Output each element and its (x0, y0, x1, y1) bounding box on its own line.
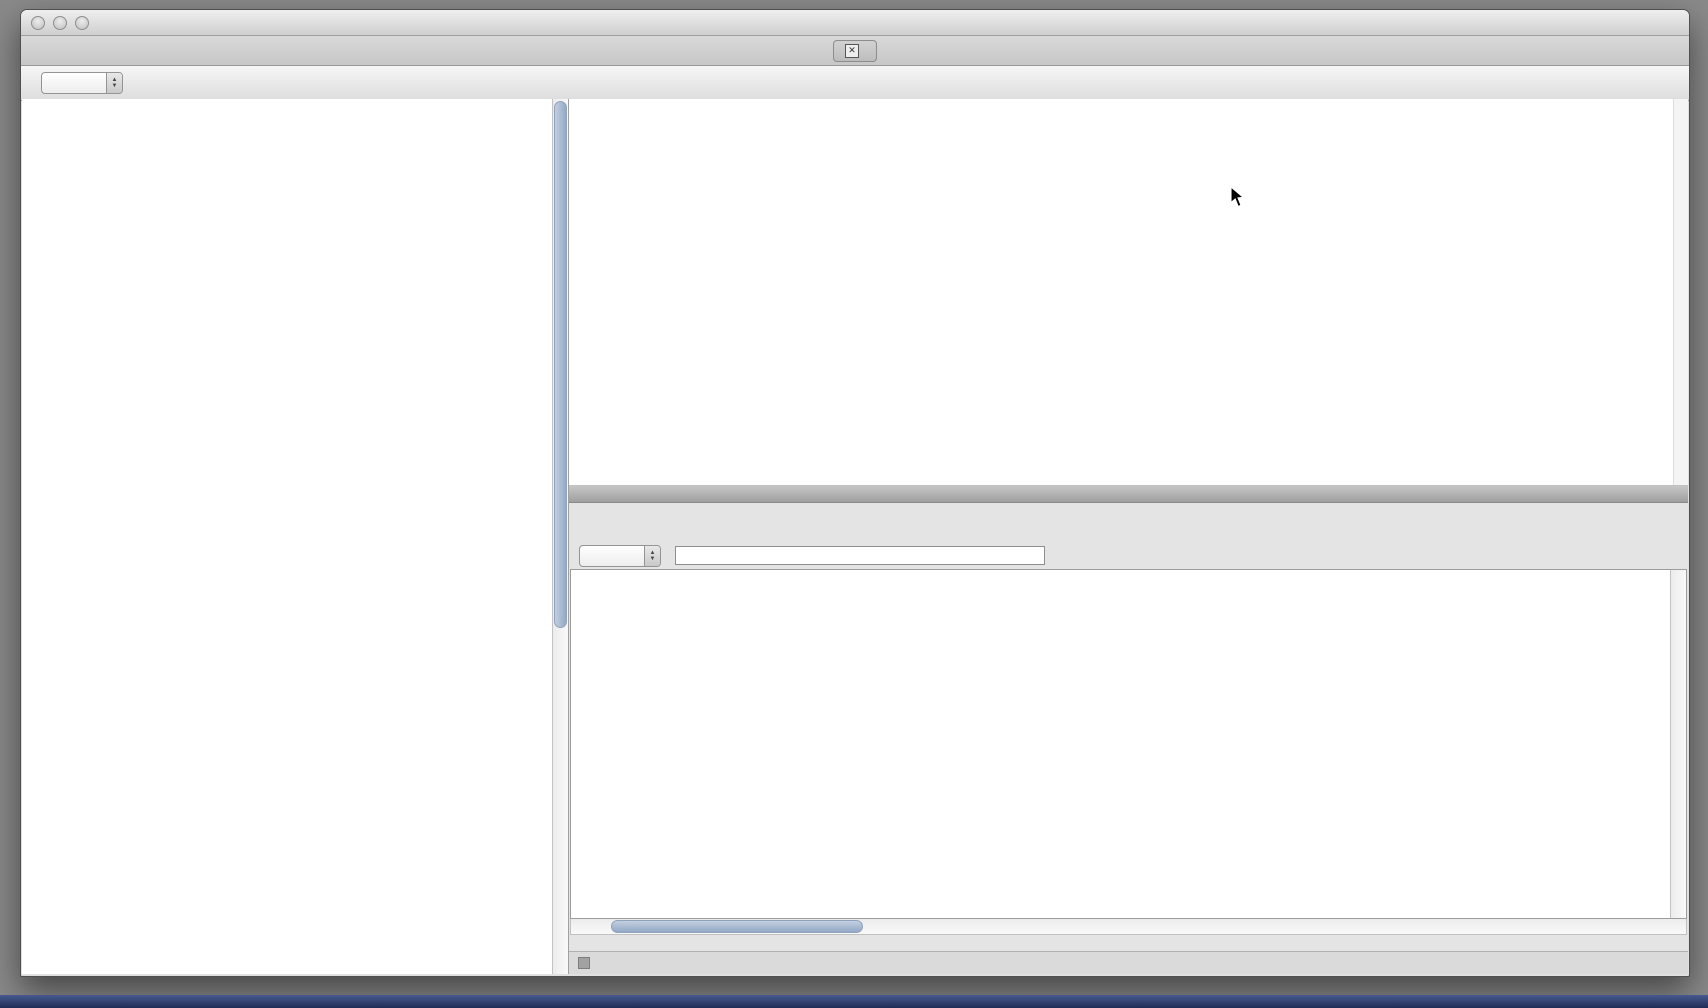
document-tab-strip: ✕ (21, 36, 1689, 66)
main-toolbar: ▲▼ (21, 66, 1689, 101)
sidebar-scrollbar-thumb[interactable] (554, 101, 567, 628)
table-horizontal-scrollbar[interactable] (570, 919, 1687, 935)
table-hscrollbar-thumb[interactable] (611, 920, 863, 933)
stepper-icon[interactable]: ▲▼ (644, 546, 660, 566)
sidebar-scrollbar[interactable] (552, 99, 568, 974)
panel-gap (569, 503, 1688, 517)
title-bar[interactable] (21, 10, 1689, 36)
results-toolbar: ▲▼ (569, 542, 1688, 569)
spacer (569, 935, 1688, 951)
close-document-icon[interactable]: ✕ (845, 44, 859, 58)
line-number-gutter (569, 99, 600, 485)
sql-editor[interactable] (569, 99, 1688, 486)
app-window: ✕ ▲▼ (20, 9, 1690, 977)
sql-code-area[interactable] (600, 99, 1688, 485)
results-grid (571, 570, 1671, 918)
editor-scrollbar[interactable] (1673, 99, 1688, 485)
row-limit-select[interactable]: ▲▼ (579, 545, 661, 567)
status-indicator-icon (578, 957, 590, 969)
close-window-button[interactable] (31, 16, 45, 30)
status-bar (569, 951, 1688, 974)
stepper-icon[interactable]: ▲▼ (106, 73, 122, 93)
statement-type-select[interactable]: ▲▼ (41, 72, 123, 94)
table-vertical-scrollbar[interactable] (1670, 570, 1686, 918)
schema-tree (22, 99, 568, 102)
zoom-window-button[interactable] (75, 16, 89, 30)
document-tab[interactable]: ✕ (833, 40, 877, 62)
editor-status-bar (569, 486, 1688, 503)
results-table (570, 569, 1687, 919)
desktop-dock-strip (0, 995, 1708, 1008)
window-controls (31, 16, 89, 30)
results-search-input[interactable] (675, 546, 1045, 565)
editor-results-panel: ▲▼ (569, 99, 1688, 974)
main-split: ▲▼ (22, 99, 1688, 974)
minimize-window-button[interactable] (53, 16, 67, 30)
database-browser-panel[interactable] (22, 99, 569, 974)
result-tabs (569, 517, 1688, 542)
